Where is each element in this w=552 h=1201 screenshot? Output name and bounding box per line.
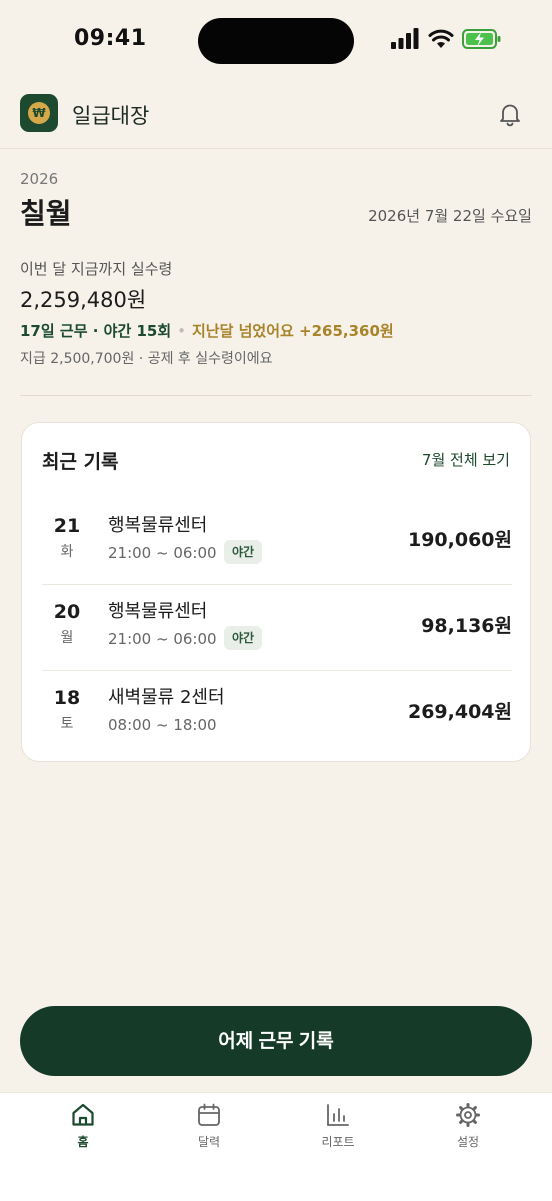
tab-settings[interactable]: 설정 <box>428 1101 508 1157</box>
tab-home[interactable]: 홈 <box>43 1101 123 1157</box>
view-all-link[interactable]: 7월 전체 보기 <box>422 449 510 470</box>
net-pay-amount: 2,259,480원 <box>20 288 147 312</box>
tab-calendar[interactable]: 달력 <box>169 1101 249 1157</box>
record-time: 08:00 ~ 18:00 <box>108 716 217 734</box>
bell-icon[interactable] <box>496 100 524 128</box>
record-weekday: 화 <box>60 544 74 560</box>
home-icon <box>72 1103 94 1126</box>
card-title: 최근 기록 <box>42 451 119 473</box>
signal-icon <box>391 28 419 49</box>
tab-label: 달력 <box>197 1135 221 1149</box>
record-day: 20 <box>53 601 81 623</box>
battery-icon <box>462 29 501 49</box>
year-label: 2026 <box>20 170 59 188</box>
net-pay-label: 이번 달 지금까지 실수령 <box>20 260 173 278</box>
record-time: 21:00 ~ 06:00 <box>108 544 217 562</box>
record-place: 새벽물류 2센터 <box>108 687 225 708</box>
tab-label: 홈 <box>77 1135 89 1149</box>
record-amount: 269,404원 <box>407 701 512 723</box>
record-amount: 98,136원 <box>421 615 512 637</box>
status-time: 09:41 <box>74 26 147 51</box>
record-weekday: 토 <box>60 716 74 732</box>
record-row[interactable]: 18 토 새벽물류 2센터 08:00 ~ 18:00 269,404원 <box>22 671 532 757</box>
status-icons <box>390 28 502 56</box>
month-compare: 지난달 넘었어요 +265,360원 <box>192 322 394 340</box>
record-row[interactable]: 21 화 행복물류센터 21:00 ~ 06:00 야간 190,060원 <box>22 499 532 585</box>
tab-label: 설정 <box>456 1135 480 1149</box>
won-coin-icon: ₩ <box>28 102 50 124</box>
app-title: 일급대장 <box>72 104 150 128</box>
dynamic-island <box>198 18 354 64</box>
work-summary-line: 17일 근무 · 야간 15회 • 지난달 넘었어요 +265,360원 <box>20 320 394 341</box>
app-header: ₩ 일급대장 <box>0 82 552 149</box>
today-date: 2026년 7월 22일 수요일 <box>368 207 532 225</box>
record-amount: 190,060원 <box>407 529 512 551</box>
record-row[interactable]: 20 월 행복물류센터 21:00 ~ 06:00 야간 98,136원 <box>22 585 532 671</box>
record-weekday: 월 <box>60 630 74 646</box>
pay-note: 지급 2,500,700원 · 공제 후 실수령이에요 <box>20 351 273 367</box>
record-place: 행복물류센터 <box>108 515 208 536</box>
record-place: 행복물류센터 <box>108 601 208 622</box>
wifi-icon <box>428 29 454 48</box>
recent-records-card: 최근 기록 7월 전체 보기 21 화 행복물류센터 21:00 ~ 06:00… <box>21 422 531 762</box>
status-bar: 09:41 <box>0 0 552 82</box>
tab-label: 리포트 <box>321 1135 355 1149</box>
work-count: 17일 근무 · 야간 15회 <box>20 322 172 340</box>
month-title: 칠월 <box>20 197 72 230</box>
dot-separator: • <box>177 322 186 340</box>
divider <box>20 395 532 396</box>
night-shift-badge: 야간 <box>224 540 263 564</box>
bottom-tab-bar: 홈 달력 리포트 설정 <box>0 1092 552 1201</box>
record-yesterday-button[interactable]: 어제 근무 기록 <box>20 1006 532 1076</box>
tab-report[interactable]: 리포트 <box>298 1101 378 1157</box>
app-logo: ₩ <box>20 94 58 132</box>
night-shift-badge: 야간 <box>224 626 263 650</box>
calendar-icon <box>198 1103 220 1126</box>
record-time: 21:00 ~ 06:00 <box>108 630 217 648</box>
record-day: 21 <box>53 515 81 537</box>
gear-icon <box>456 1103 480 1127</box>
report-icon <box>327 1104 349 1126</box>
record-day: 18 <box>53 687 81 709</box>
